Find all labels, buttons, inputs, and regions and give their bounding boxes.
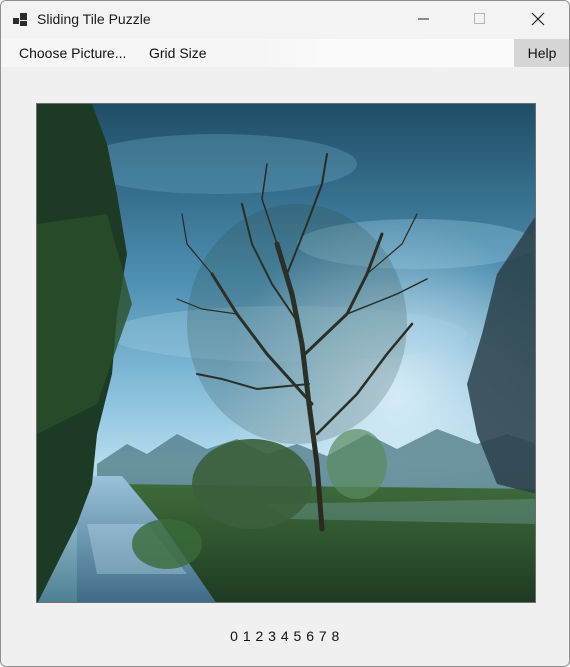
puzzle-board[interactable] [36,103,536,603]
maximize-button[interactable] [457,1,503,39]
maximize-icon [474,12,486,28]
tile-order-label: 0 1 2 3 4 5 6 7 8 [230,628,340,644]
menu-grid-size[interactable]: Grid Size [143,39,213,67]
puzzle-app-icon [13,12,29,28]
window-title: Sliding Tile Puzzle [37,11,151,27]
title-bar[interactable]: Sliding Tile Puzzle [1,1,569,39]
close-button[interactable] [515,1,561,39]
puzzle-picture [37,104,535,602]
minimize-icon [418,12,430,28]
app-window: Sliding Tile Puzzle Choose Picture... Gr… [0,0,570,667]
minimize-button[interactable] [401,1,447,39]
close-icon [531,12,545,29]
menu-choose-picture[interactable]: Choose Picture... [13,39,132,67]
menu-help[interactable]: Help [514,39,569,67]
menu-bar: Choose Picture... Grid Size Help [1,39,569,67]
